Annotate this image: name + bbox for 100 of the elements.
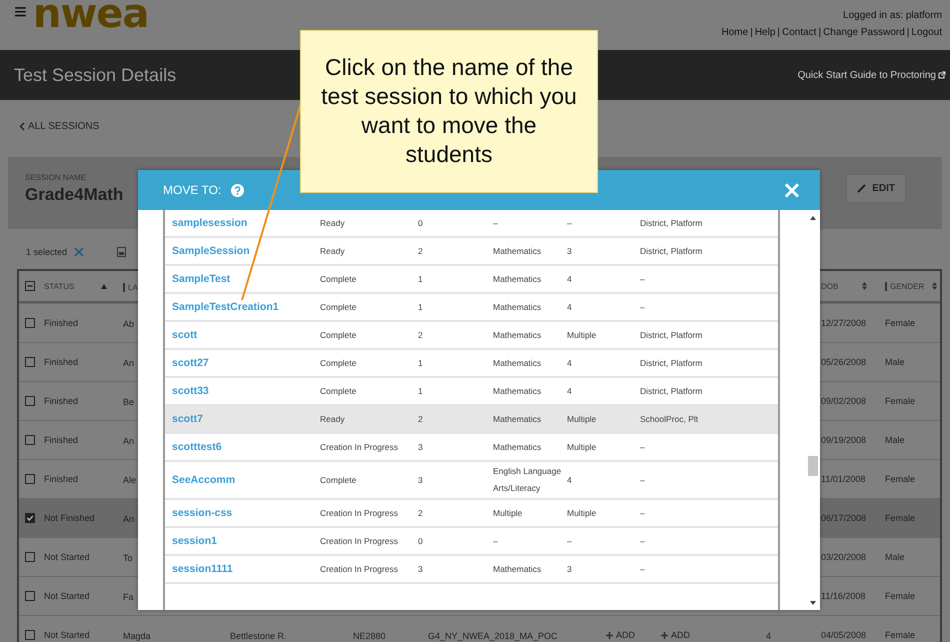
gender-cell: Male <box>885 552 905 562</box>
dob-cell: 05/26/2008 <box>821 357 866 367</box>
row-checkbox[interactable] <box>25 318 35 328</box>
back-link[interactable]: ALL SESSIONS <box>0 100 100 152</box>
session-row[interactable]: scott27 Complete 1 Mathematics 4 District, Platform <box>165 350 778 378</box>
session-row[interactable]: SeeAccomm Complete 3 English Language Arts/Literacy 4 – <box>165 462 778 500</box>
session-name-link[interactable]: scott <box>172 329 198 341</box>
student-count-cell-text: 1 <box>418 386 424 396</box>
grade-cell-text: 4 <box>567 274 573 284</box>
owner-cell-text: – <box>640 442 646 452</box>
session-name-link[interactable]: SampleTest <box>172 273 230 285</box>
sort-icon[interactable] <box>862 282 868 290</box>
owner-cell-text: District, Platform <box>640 386 704 396</box>
session-row[interactable]: SampleTestCreation1 Complete 1 Mathematics 4 – <box>165 294 778 322</box>
row-checkbox[interactable] <box>25 552 35 562</box>
sort-ascending-icon[interactable] <box>101 284 108 288</box>
row-checkbox[interactable] <box>25 474 35 484</box>
scroll-down-icon[interactable] <box>810 601 816 605</box>
session-name-link[interactable]: SeeAccomm <box>172 474 236 486</box>
gender-cell: Female <box>885 513 916 523</box>
status-cell-text: Complete <box>320 330 358 340</box>
header-link[interactable]: Home <box>722 27 748 38</box>
session-name-link[interactable]: scotttest6 <box>172 441 222 453</box>
grade-cell-text: Multiple <box>567 330 598 340</box>
edit-button[interactable]: EDIT <box>846 174 906 202</box>
menu-icon[interactable]: ≡ <box>14 0 27 30</box>
grade-cell-text: Multiple <box>567 414 598 424</box>
grade-cell-text: – <box>567 218 573 228</box>
column-header[interactable]: DOB <box>821 282 838 290</box>
status-cell: Finished <box>44 435 78 445</box>
session-name-link[interactable]: scott7 <box>172 413 203 425</box>
row-checkbox[interactable] <box>25 591 35 601</box>
session-name-link[interactable]: session1 <box>172 535 217 547</box>
row-checkbox[interactable] <box>25 357 35 367</box>
session-row[interactable]: samplesession Ready 0 – – District, Platform <box>165 210 778 238</box>
gender-cell: Female <box>885 474 916 484</box>
sort-icon[interactable] <box>932 282 938 290</box>
scroll-up-icon[interactable] <box>810 216 816 220</box>
dob-cell: 09/19/2008 <box>821 435 866 445</box>
scroll-thumb[interactable] <box>808 456 818 476</box>
dob-cell: 09/02/2008 <box>821 396 866 406</box>
table-cell: G4_NY_NWEA_2018_MA_POC <box>428 631 558 641</box>
grade-cell-text: 3 <box>567 246 573 256</box>
student-count-cell-text: 1 <box>418 274 424 284</box>
document-icon[interactable] <box>117 247 126 257</box>
owner-cell-text: District, Platform <box>640 330 704 340</box>
column-header[interactable]: STATUS <box>44 282 74 290</box>
session-name-link[interactable]: SampleSession <box>172 245 250 257</box>
logo: nwea <box>32 0 148 34</box>
session-name-link[interactable]: scott27 <box>172 357 209 369</box>
add-button[interactable]: ADD <box>606 630 636 640</box>
session-row[interactable]: scotttest6 Creation In Progress 3 Mathematics Multiple – <box>165 434 778 462</box>
select-all-checkbox[interactable] <box>25 281 35 291</box>
status-cell-text: Creation In Progress <box>320 536 399 546</box>
session-name-link[interactable]: session-css <box>172 507 232 519</box>
header-link[interactable]: Logout <box>911 27 942 38</box>
owner-cell-text: SchoolProc, Plt <box>640 414 700 424</box>
dob-cell: 04/05/2008 <box>821 630 866 640</box>
session-row[interactable]: session1111 Creation In Progress 3 Mathematics 3 – <box>165 556 778 584</box>
subject-cell-text: Mathematics <box>493 244 542 258</box>
plus-icon <box>606 632 613 638</box>
grade-cell-text: 4 <box>567 386 573 396</box>
gender-cell: Female <box>885 630 916 640</box>
subject-cell-text: Mathematics <box>493 272 542 286</box>
session-row[interactable]: scott7 Ready 2 Mathematics Multiple SchoolProc, Plt <box>165 406 778 434</box>
row-checkbox[interactable] <box>25 435 35 445</box>
close-button[interactable]: × <box>778 178 806 202</box>
add-button[interactable]: ADD <box>661 630 690 640</box>
owner-cell-text: – <box>640 274 646 284</box>
student-count-cell-text: 0 <box>418 218 424 228</box>
session-name-link[interactable]: SampleTestCreation1 <box>172 301 279 313</box>
owner-cell-text: District, Platform <box>640 358 704 368</box>
session-name-link[interactable]: samplesession <box>172 217 248 229</box>
session-row[interactable]: session1 Creation In Progress 0 – – – <box>165 528 778 556</box>
owner-cell-text: – <box>640 302 646 312</box>
status-cell-text: Complete <box>320 358 358 368</box>
guide-link[interactable]: Quick Start Guide to Proctoring <box>798 70 946 80</box>
session-row[interactable]: SampleSession Ready 2 Mathematics 3 District, Platform <box>165 238 778 266</box>
help-icon[interactable] <box>231 184 244 196</box>
status-cell-text: Ready <box>320 414 346 424</box>
name-cell: Ab <box>123 319 134 329</box>
session-name-link[interactable]: scott33 <box>172 385 209 397</box>
dob-cell: 11/16/2008 <box>821 591 866 601</box>
session-row[interactable]: scott Complete 2 Mathematics Multiple District, Platform <box>165 322 778 350</box>
column-header[interactable]: GENDER <box>885 282 924 290</box>
row-checkbox[interactable] <box>25 513 35 523</box>
session-row[interactable]: SampleTest Complete 1 Mathematics 4 – <box>165 266 778 294</box>
dob-cell: 03/20/2008 <box>821 552 866 562</box>
status-cell: Not Started <box>44 591 90 601</box>
row-checkbox[interactable] <box>25 396 35 406</box>
session-name-link[interactable]: session1111 <box>172 563 233 575</box>
header-link[interactable]: Help <box>754 27 776 38</box>
status-cell-text: Creation In Progress <box>320 442 399 452</box>
row-checkbox[interactable] <box>25 630 35 640</box>
status-cell-text: Ready <box>320 246 346 256</box>
grade-cell-text: 4 <box>567 475 573 485</box>
session-row[interactable]: session-css Creation In Progress 2 Multiple Multiple – <box>165 500 778 528</box>
header-link[interactable]: Contact <box>782 27 816 38</box>
gender-cell: Male <box>885 357 905 367</box>
header-link[interactable]: Change Password <box>823 27 905 38</box>
